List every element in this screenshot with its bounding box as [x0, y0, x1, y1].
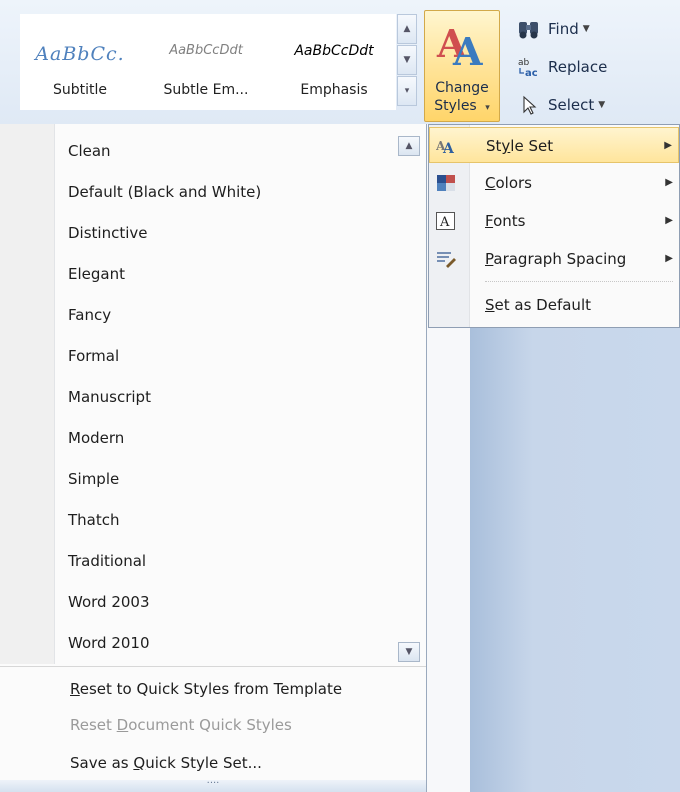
gallery-scroll-down-button[interactable]: ▼	[397, 45, 417, 75]
svg-text:ac: ac	[525, 68, 538, 78]
paragraph-spacing-icon	[435, 249, 457, 269]
style-set-item[interactable]: Elegant	[68, 254, 125, 294]
save-as-quick-style-set-item[interactable]: Save as Quick Style Set...	[70, 745, 262, 781]
submenu-arrow-icon: ▶	[665, 253, 673, 264]
style-set-item[interactable]: Distinctive	[68, 213, 148, 253]
style-set-menu-item[interactable]: A A Style Set ▶	[429, 127, 679, 163]
style-caption: Subtitle	[52, 82, 108, 98]
reset-to-template-item[interactable]: Reset to Quick Styles from Template	[70, 671, 342, 707]
menu-icon-gutter	[0, 124, 55, 664]
list-scroll-up-button[interactable]: ▲	[398, 136, 420, 156]
menu-separator	[485, 281, 673, 282]
select-label: Select	[548, 96, 595, 114]
style-tile-subtitle[interactable]: AaBbCc. Subtitle	[21, 15, 139, 109]
svg-text:A: A	[442, 141, 455, 156]
replace-icon: ab ac	[516, 56, 542, 79]
list-scroll-down-button[interactable]: ▼	[398, 642, 420, 662]
change-styles-label: Change Styles ▾	[434, 80, 490, 114]
change-styles-icon: AA	[437, 21, 483, 74]
find-button[interactable]: Find ▼	[516, 14, 590, 44]
cursor-arrow-icon	[516, 94, 542, 116]
submenu-arrow-icon: ▶	[664, 140, 672, 151]
style-caption: Emphasis	[300, 82, 368, 98]
style-set-item[interactable]: Manuscript	[68, 377, 151, 417]
style-set-item[interactable]: Fancy	[68, 295, 111, 335]
fonts-icon: A	[435, 211, 457, 231]
colors-menu-item[interactable]: Colors ▶	[429, 165, 679, 201]
replace-button[interactable]: ab ac Replace	[516, 52, 607, 82]
style-set-item[interactable]: Word 2010	[68, 623, 150, 663]
style-preview: AaBbCcDdt	[169, 43, 243, 58]
style-set-item[interactable]: Word 2003	[68, 582, 150, 622]
resize-grip[interactable]: ····	[0, 779, 426, 792]
gallery-scrollbar: ▲ ▼ ▾	[397, 14, 417, 110]
gallery-more-button[interactable]: ▾	[397, 76, 417, 106]
gallery-scroll-up-button[interactable]: ▲	[397, 14, 417, 44]
find-label: Find	[548, 20, 579, 38]
list-scrollbar: ▲ ▼	[398, 136, 420, 666]
fonts-menu-item[interactable]: A Fonts ▶	[429, 203, 679, 239]
svg-text:ab: ab	[518, 58, 530, 68]
paragraph-spacing-menu-item[interactable]: Paragraph Spacing ▶	[429, 241, 679, 277]
svg-text:A: A	[439, 215, 450, 230]
submenu-arrow-icon: ▶	[665, 177, 673, 188]
style-set-icon: A A	[435, 136, 458, 157]
submenu-arrow-icon: ▶	[665, 215, 673, 226]
style-preview: AaBbCcDdt	[294, 43, 374, 59]
style-set-item[interactable]: Traditional	[68, 541, 146, 581]
binoculars-icon	[516, 18, 542, 40]
style-set-item[interactable]: Simple	[68, 459, 119, 499]
ribbon: AaBbCc. Subtitle AaBbCcDdt Subtle Em... …	[0, 0, 680, 125]
change-styles-menu: A A Style Set ▶ Colors ▶ A Fonts ▶ Parag…	[428, 124, 680, 328]
set-as-default-menu-item[interactable]: Set as Default	[429, 287, 679, 323]
style-tile-subtle-emphasis[interactable]: AaBbCcDdt Subtle Em...	[147, 15, 265, 109]
style-set-item[interactable]: Clean	[68, 131, 111, 171]
style-set-item[interactable]: Default (Black and White)	[68, 172, 261, 212]
menu-separator	[0, 666, 426, 667]
change-styles-button[interactable]: AA Change Styles ▾	[424, 10, 500, 122]
reset-document-quick-styles-item: Reset Document Quick Styles	[70, 716, 292, 734]
style-set-item[interactable]: Formal	[68, 336, 119, 376]
select-button[interactable]: Select ▼	[516, 90, 605, 120]
style-set-list-menu: Clean Default (Black and White) Distinct…	[0, 124, 427, 792]
style-set-item[interactable]: Modern	[68, 418, 124, 458]
colors-icon	[435, 173, 457, 193]
style-tile-emphasis[interactable]: AaBbCcDdt Emphasis	[275, 15, 393, 109]
style-preview: AaBbCc.	[35, 43, 125, 65]
style-set-item[interactable]: Thatch	[68, 500, 120, 540]
quick-styles-gallery: AaBbCc. Subtitle AaBbCcDdt Subtle Em... …	[20, 14, 396, 110]
style-caption: Subtle Em...	[163, 82, 249, 98]
replace-label: Replace	[548, 58, 608, 76]
